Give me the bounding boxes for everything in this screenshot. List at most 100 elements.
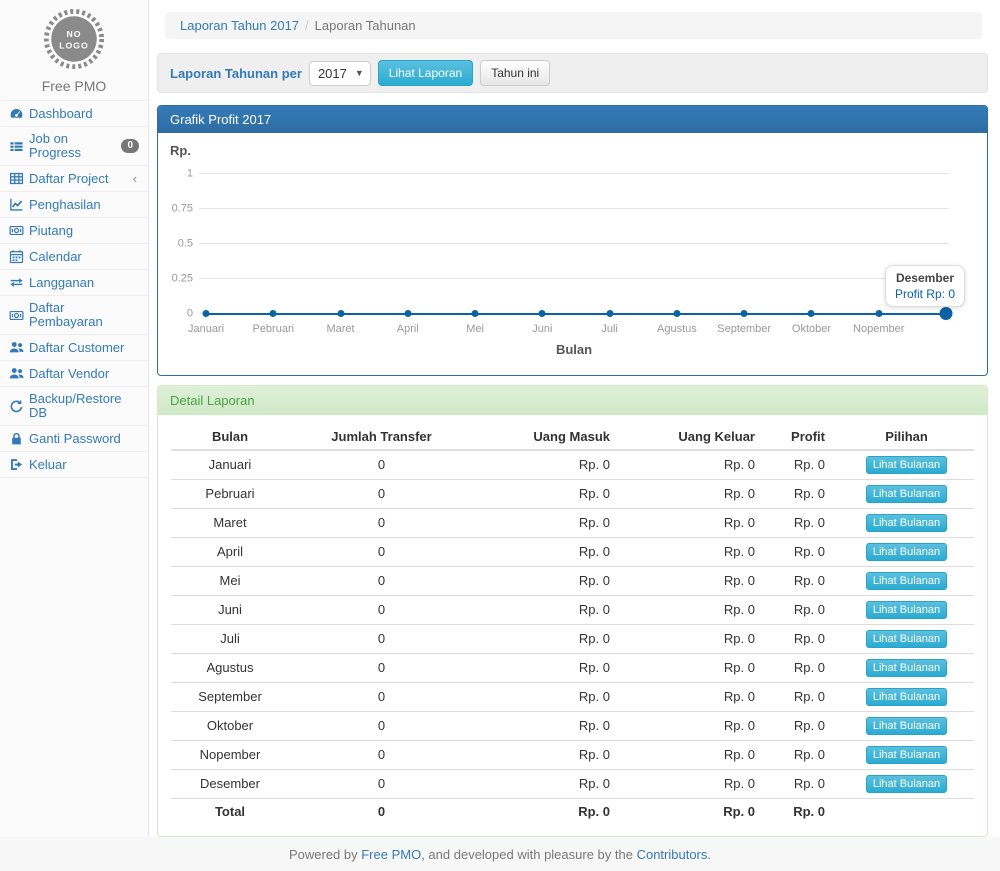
contributors-link[interactable]: Contributors — [637, 847, 708, 862]
sidebar-item-piutang[interactable]: Piutang — [0, 218, 148, 244]
chart-point-oktober[interactable] — [808, 310, 815, 317]
table-row-april: April0Rp. 0Rp. 0Rp. 0Lihat Bulanan — [171, 538, 974, 567]
bulan-cell: Januari — [171, 450, 289, 480]
users-icon — [9, 366, 24, 381]
chart-point-agustus[interactable] — [673, 310, 680, 317]
line-chart-icon — [9, 197, 24, 212]
chart-point-juni[interactable] — [539, 310, 546, 317]
bulan-cell: Juli — [171, 625, 289, 654]
table-row-juni: Juni0Rp. 0Rp. 0Rp. 0Lihat Bulanan — [171, 596, 974, 625]
lihat-bulanan-button-desember[interactable]: Lihat Bulanan — [866, 775, 947, 793]
chart-point-september[interactable] — [741, 310, 748, 317]
sidebar-item-label: Ganti Password — [29, 432, 121, 446]
report-filter-bar: Laporan Tahunan per 2017 ▼ Lihat Laporan… — [157, 53, 988, 93]
column-header-jumlah-transfer: Jumlah Transfer — [289, 425, 474, 450]
sidebar-item-langganan[interactable]: Langganan — [0, 270, 148, 296]
bulan-cell: Juni — [171, 596, 289, 625]
sidebar: NO LOGO Free PMO DashboardJob on Progres… — [0, 0, 149, 837]
sidebar-item-label: Daftar Vendor — [29, 367, 109, 381]
bulan-cell: Maret — [171, 509, 289, 538]
pilihan-cell: Lihat Bulanan — [839, 509, 974, 538]
sidebar-item-backup-restore-db[interactable]: Backup/Restore DB — [0, 387, 148, 426]
uang-masuk-cell: Rp. 0 — [474, 538, 624, 567]
profit-cell: Rp. 0 — [769, 683, 839, 712]
main-content: Laporan Tahun 2017/Laporan Tahunan Lapor… — [149, 0, 1000, 837]
sidebar-item-label: Daftar Pembayaran — [29, 301, 134, 329]
money-icon — [9, 308, 24, 323]
table-row-mei: Mei0Rp. 0Rp. 0Rp. 0Lihat Bulanan — [171, 567, 974, 596]
sidebar-item-penghasilan[interactable]: Penghasilan — [0, 192, 148, 218]
lihat-bulanan-button-pebruari[interactable]: Lihat Bulanan — [866, 485, 947, 503]
year-select[interactable]: 2017 ▼ — [309, 61, 371, 86]
jumlah-transfer-cell: 0 — [289, 712, 474, 741]
chart-point-juli[interactable] — [606, 310, 613, 317]
uang-masuk-cell: Rp. 0 — [474, 450, 624, 480]
chart-gridline — [199, 208, 949, 209]
chart-point-nopember[interactable] — [875, 310, 882, 317]
chart-y-tick-label: 0 — [159, 309, 193, 320]
bulan-cell: Oktober — [171, 712, 289, 741]
total-profit: Rp. 0 — [769, 799, 839, 825]
refresh-icon — [9, 399, 24, 414]
profit-cell: Rp. 0 — [769, 480, 839, 509]
sidebar-menu: DashboardJob on Progress0Daftar Project‹… — [0, 100, 148, 478]
lihat-bulanan-button-mei[interactable]: Lihat Bulanan — [866, 572, 947, 590]
uang-masuk-cell: Rp. 0 — [474, 741, 624, 770]
lihat-laporan-button[interactable]: Lihat Laporan — [378, 60, 473, 86]
table-row-desember: Desember0Rp. 0Rp. 0Rp. 0Lihat Bulanan — [171, 770, 974, 799]
bulan-cell: Desember — [171, 770, 289, 799]
jumlah-transfer-cell: 0 — [289, 596, 474, 625]
sidebar-item-label: Backup/Restore DB — [29, 392, 134, 420]
lihat-bulanan-button-september[interactable]: Lihat Bulanan — [866, 688, 947, 706]
chart-tooltip: Desember Profit Rp: 0 — [885, 265, 965, 307]
pilihan-cell: Lihat Bulanan — [839, 683, 974, 712]
sidebar-item-job-on-progress[interactable]: Job on Progress0 — [0, 127, 148, 166]
chart-point-januari[interactable] — [203, 310, 210, 317]
chart-point-maret[interactable] — [337, 310, 344, 317]
lihat-bulanan-button-juli[interactable]: Lihat Bulanan — [866, 630, 947, 648]
pilihan-cell: Lihat Bulanan — [839, 567, 974, 596]
lihat-bulanan-button-april[interactable]: Lihat Bulanan — [866, 543, 947, 561]
breadcrumb-link[interactable]: Laporan Tahun 2017 — [180, 18, 299, 33]
sidebar-item-daftar-project[interactable]: Daftar Project‹ — [0, 166, 148, 192]
sidebar-item-label: Keluar — [29, 458, 67, 472]
chart-x-tick-label: Maret — [326, 323, 354, 335]
profit-cell: Rp. 0 — [769, 712, 839, 741]
lihat-bulanan-button-maret[interactable]: Lihat Bulanan — [866, 514, 947, 532]
free-pmo-link[interactable]: Free PMO — [361, 847, 421, 862]
sidebar-item-label: Piutang — [29, 224, 73, 238]
sidebar-item-keluar[interactable]: Keluar — [0, 452, 148, 478]
profit-cell: Rp. 0 — [769, 509, 839, 538]
pilihan-cell: Lihat Bulanan — [839, 625, 974, 654]
profit-chart-panel: Grafik Profit 2017 Rp. 00.250.50.751Janu… — [157, 105, 988, 376]
chart-point-april[interactable] — [404, 310, 411, 317]
chart-point-desember[interactable] — [940, 307, 953, 320]
lihat-bulanan-button-agustus[interactable]: Lihat Bulanan — [866, 659, 947, 677]
bulan-cell: April — [171, 538, 289, 567]
uang-keluar-cell: Rp. 0 — [624, 625, 769, 654]
table-row-oktober: Oktober0Rp. 0Rp. 0Rp. 0Lihat Bulanan — [171, 712, 974, 741]
footer: Powered by Free PMO, and developed with … — [0, 837, 1000, 871]
lihat-bulanan-button-oktober[interactable]: Lihat Bulanan — [866, 717, 947, 735]
sidebar-item-daftar-vendor[interactable]: Daftar Vendor — [0, 361, 148, 387]
lihat-bulanan-button-nopember[interactable]: Lihat Bulanan — [866, 746, 947, 764]
chart-point-pebruari[interactable] — [270, 310, 277, 317]
chart-point-mei[interactable] — [472, 310, 479, 317]
sidebar-item-label: Daftar Customer — [29, 341, 124, 355]
pilihan-cell: Lihat Bulanan — [839, 480, 974, 509]
sidebar-item-daftar-pembayaran[interactable]: Daftar Pembayaran — [0, 296, 148, 335]
column-header-profit: Profit — [769, 425, 839, 450]
lihat-bulanan-button-januari[interactable]: Lihat Bulanan — [866, 456, 947, 474]
tahun-ini-button[interactable]: Tahun ini — [480, 60, 550, 86]
sign-out-icon — [9, 457, 24, 472]
chart-plot-area: 00.250.50.751JanuariPebruariMaretAprilMe… — [199, 174, 949, 314]
sidebar-item-calendar[interactable]: Calendar — [0, 244, 148, 270]
chart-x-tick-label: Juni — [532, 323, 552, 335]
bulan-cell: Mei — [171, 567, 289, 596]
sidebar-item-dashboard[interactable]: Dashboard — [0, 101, 148, 127]
sidebar-item-ganti-password[interactable]: Ganti Password — [0, 426, 148, 452]
uang-keluar-cell: Rp. 0 — [624, 683, 769, 712]
sidebar-item-daftar-customer[interactable]: Daftar Customer — [0, 335, 148, 361]
uang-keluar-cell: Rp. 0 — [624, 480, 769, 509]
lihat-bulanan-button-juni[interactable]: Lihat Bulanan — [866, 601, 947, 619]
